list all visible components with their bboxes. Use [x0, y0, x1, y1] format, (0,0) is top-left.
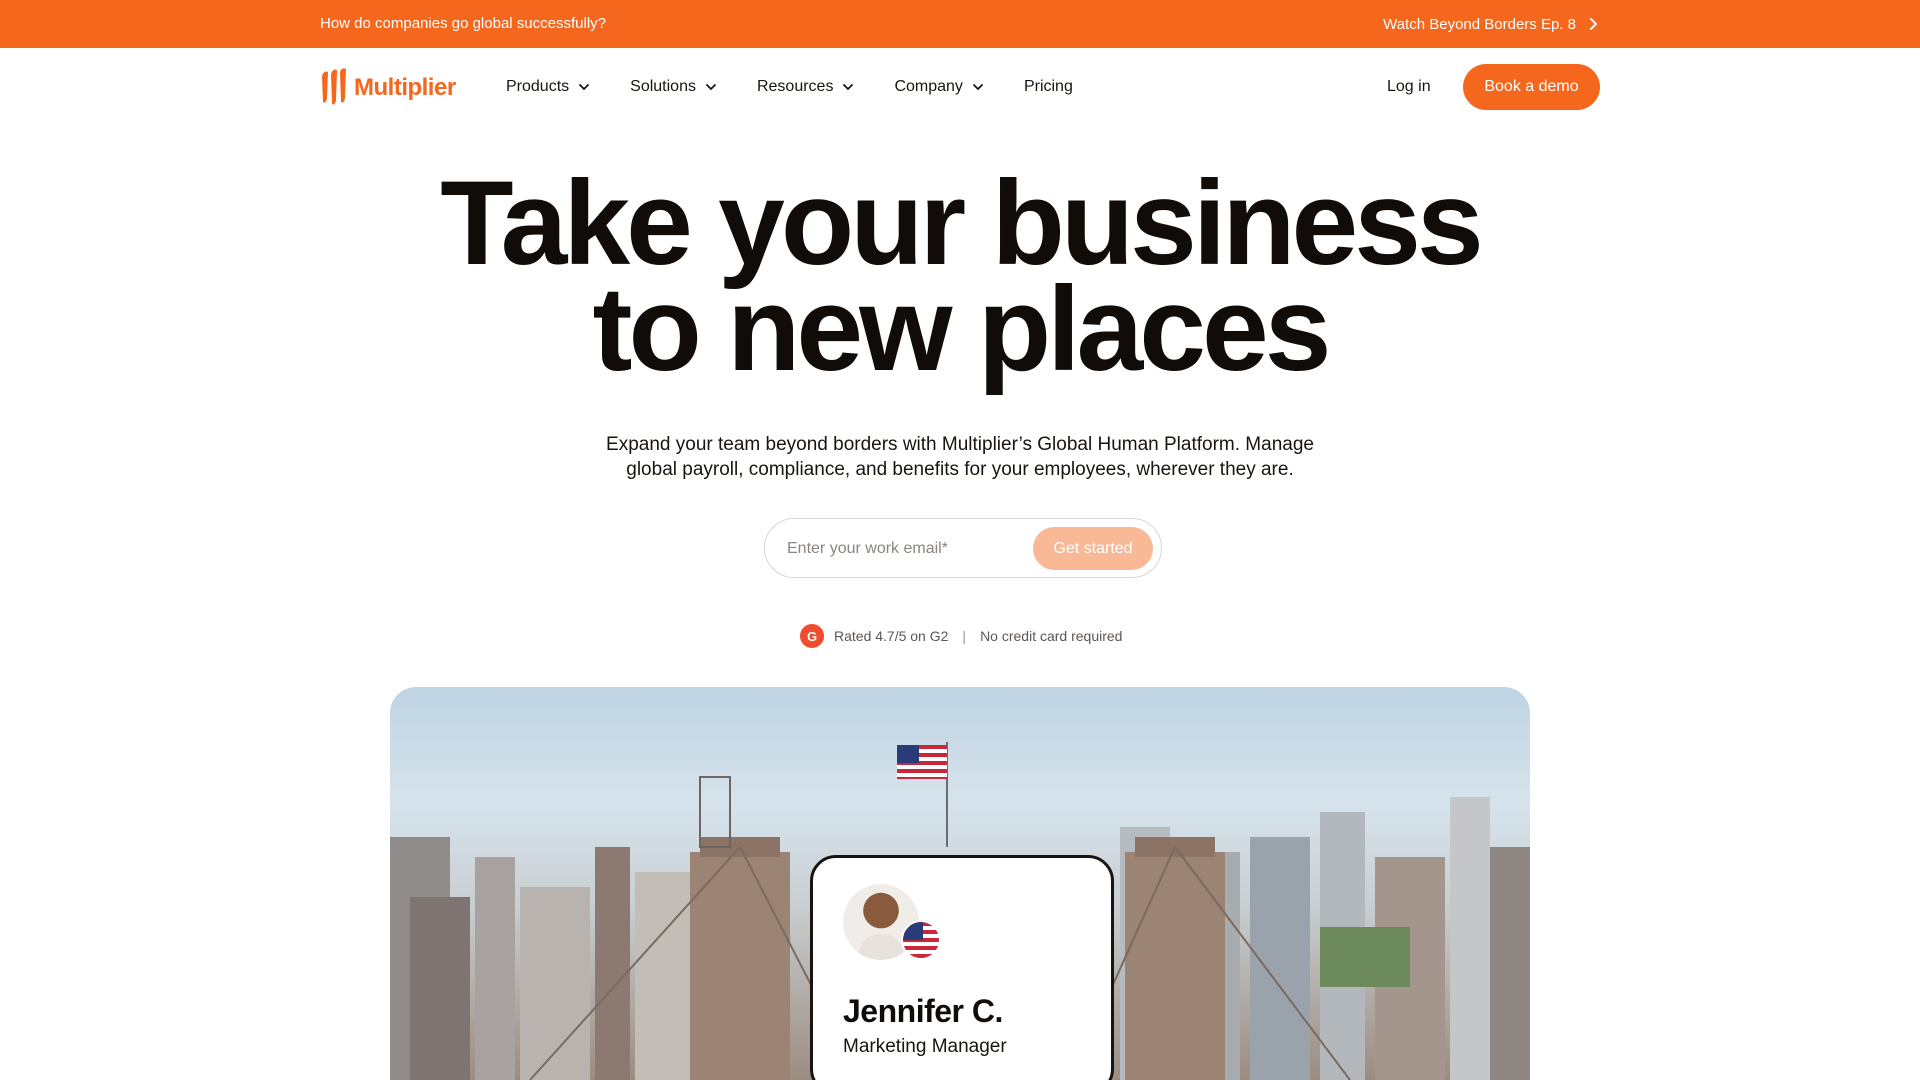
hero-subtitle: Expand your team beyond borders with Mul… [560, 432, 1360, 482]
rating-row: G Rated 4.7/5 on G2 | No credit card req… [800, 624, 1122, 648]
nav-item-label: Resources [756, 78, 834, 95]
chevron-right-icon [1590, 18, 1597, 30]
watch-episode-link[interactable]: Watch Beyond Borders Ep. 8 [1383, 0, 1600, 48]
book-demo-button[interactable]: Book a demo [1463, 64, 1600, 110]
rating-text: Rated 4.7/5 on G2 [834, 628, 949, 644]
announcement-link[interactable]: How do companies go global successfully? [320, 0, 606, 48]
main-nav: Multiplier Products Solutions Resources … [0, 48, 1920, 126]
us-flag-icon [901, 920, 941, 960]
nav-item-label: Pricing [1023, 78, 1073, 95]
login-link[interactable]: Log in [1387, 78, 1431, 96]
g2-icon: G [800, 624, 824, 648]
nav-item-label: Solutions [630, 78, 696, 95]
email-signup-form: Get started [764, 518, 1162, 578]
headline-line-2: to new places [592, 262, 1332, 396]
multiplier-logo[interactable]: Multiplier [320, 68, 456, 108]
us-flag-in-photo [897, 745, 947, 779]
nav-item-products[interactable]: Products [506, 78, 590, 96]
nav-item-pricing[interactable]: Pricing [1024, 78, 1073, 96]
subtitle-line-1: Expand your team beyond borders with Mul… [606, 434, 1314, 455]
nav-menu: Products Solutions Resources Company Pri… [506, 72, 1073, 102]
chevron-down-icon [579, 84, 590, 91]
brand-name: Multiplier [354, 74, 456, 101]
watch-episode-label: Watch Beyond Borders Ep. 8 [1383, 15, 1576, 33]
profile-role: Marketing Manager [843, 1036, 1007, 1057]
profile-name: Jennifer C. [843, 993, 1003, 1029]
chevron-down-icon [973, 84, 983, 91]
work-email-input[interactable] [787, 534, 1027, 564]
chevron-down-icon [706, 84, 716, 91]
subtitle-line-2: global payroll, compliance, and benefits… [626, 459, 1294, 480]
announcement-bar: How do companies go global successfully?… [0, 0, 1920, 48]
multiplier-logo-icon [322, 68, 346, 105]
nav-item-company[interactable]: Company [894, 78, 983, 96]
hero-headline: Take your business to new places [0, 163, 1920, 389]
separator: | [962, 628, 967, 644]
get-started-button[interactable]: Get started [1033, 527, 1153, 570]
chevron-down-icon [843, 84, 854, 91]
profile-card: Jennifer C. Marketing Manager [810, 855, 1114, 1080]
nav-item-label: Products [506, 78, 570, 95]
nav-item-label: Company [894, 78, 963, 95]
no-credit-card-text: No credit card required [980, 628, 1123, 644]
nav-item-resources[interactable]: Resources [757, 78, 854, 96]
nav-item-solutions[interactable]: Solutions [630, 78, 717, 96]
